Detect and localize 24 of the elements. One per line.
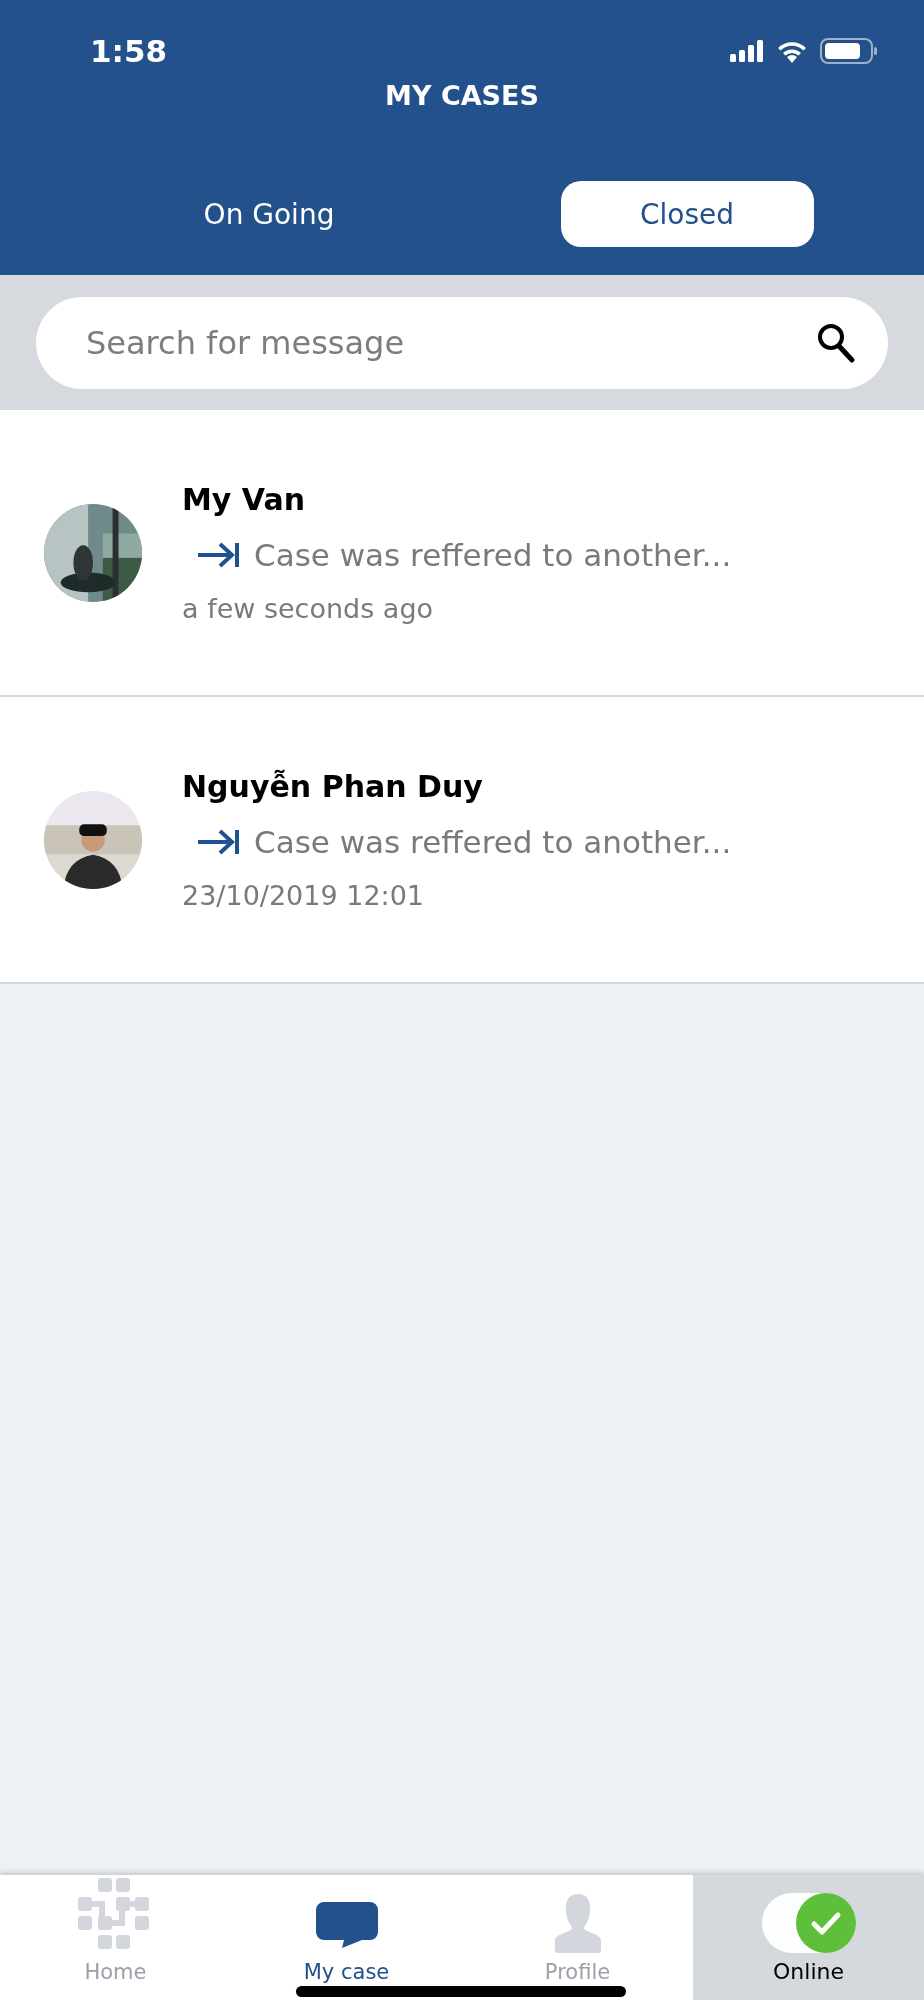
timestamp: 23/10/2019 12:01: [182, 879, 425, 911]
online-toggle[interactable]: [761, 1893, 856, 1953]
screen-title: MY CASES: [385, 80, 539, 111]
tab[interactable]: On Going: [142, 181, 396, 247]
message-preview: Case was reffered to another...: [254, 536, 732, 573]
wifi-icon: [776, 39, 808, 63]
contact-name: Nguyễn Phan Duy: [182, 768, 484, 804]
case-row[interactable]: Nguyễn Phan Duy Case was reffered to another... 23/10/2019 12:01: [0, 697, 924, 984]
search-icon[interactable]: [816, 321, 856, 364]
battery-icon: [820, 38, 878, 64]
check-icon: [795, 1893, 856, 1953]
case-row[interactable]: My Van Case was reffered to another... a few seconds ago: [0, 410, 924, 697]
arrow-to-bar-icon: [196, 828, 240, 855]
signal-icon: [730, 40, 764, 62]
arrow-to-bar-icon: [196, 541, 240, 568]
status-time: 1:58: [90, 33, 168, 69]
online-label: Online: [773, 1959, 844, 1984]
message-preview: Case was reffered to another...: [254, 823, 732, 860]
nav-tab[interactable]: My case: [231, 1875, 462, 2000]
timestamp: a few seconds ago: [182, 592, 435, 624]
person-icon: [552, 1894, 603, 1954]
search-field[interactable]: Search for message: [36, 296, 888, 389]
contact-name: My Van: [182, 481, 307, 517]
tab[interactable]: Closed: [560, 181, 814, 247]
